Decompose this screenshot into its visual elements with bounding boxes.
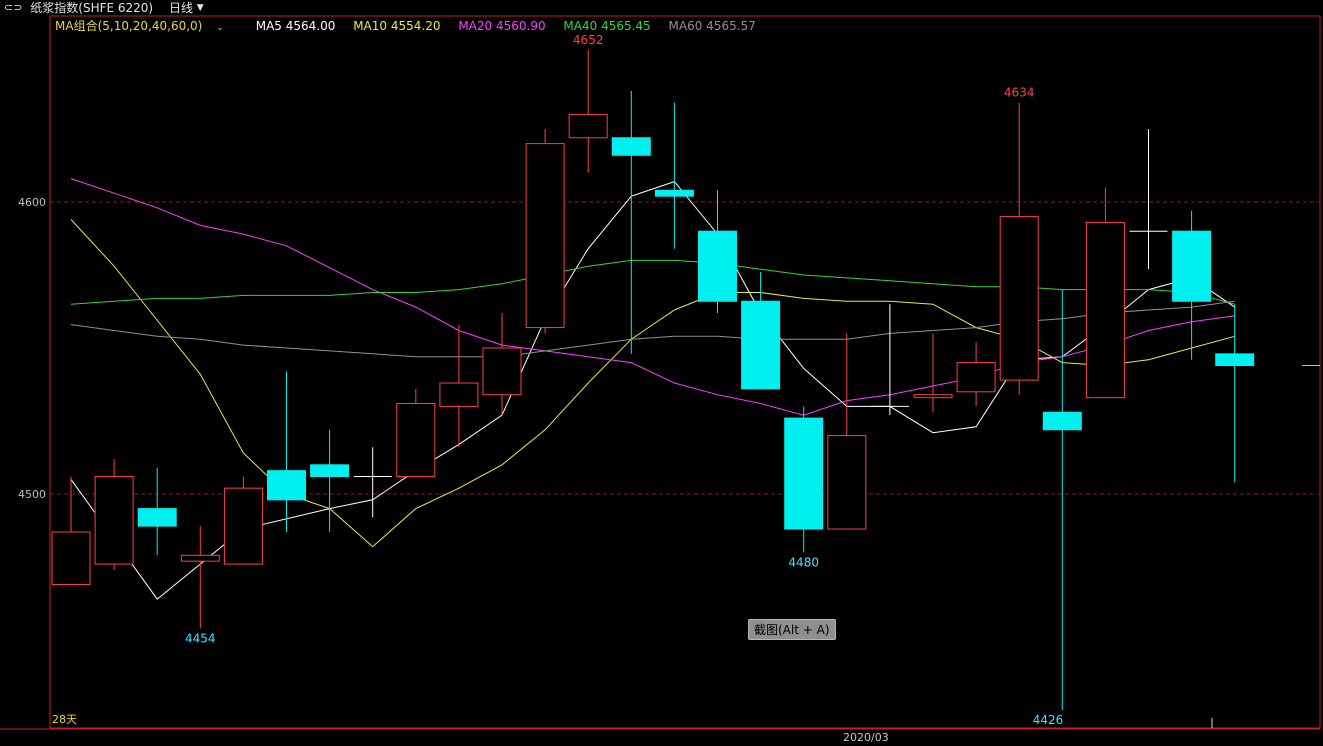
ma20-value: MA20 4560.90 xyxy=(458,19,546,33)
y-tick-label: 4500 xyxy=(18,488,46,501)
chevron-down-icon: ⌄ xyxy=(216,23,224,33)
candle-body xyxy=(956,362,996,393)
ma-line-ma40 xyxy=(70,259,1235,305)
candle xyxy=(827,333,867,530)
candle-body xyxy=(1215,353,1255,367)
ma-line-ma20 xyxy=(70,178,1235,416)
candle-body xyxy=(827,435,867,530)
candle xyxy=(439,324,479,448)
candle xyxy=(137,467,177,556)
candle xyxy=(223,476,263,565)
candle xyxy=(654,102,694,249)
candle-body xyxy=(999,216,1039,381)
instrument-title: 纸浆指数(SHFE 6220) xyxy=(30,1,154,15)
candle xyxy=(51,476,91,586)
candle xyxy=(1215,304,1255,483)
screenshot-hint[interactable]: 截图(Alt + A) xyxy=(748,619,836,640)
candle xyxy=(913,333,953,413)
candle-body xyxy=(525,143,565,329)
candle-body xyxy=(1172,230,1212,302)
period-label: 日线 xyxy=(168,1,193,15)
ma-group-label: MA组合(5,10,20,40,60,0) xyxy=(55,19,203,33)
candle xyxy=(956,342,996,407)
candle xyxy=(611,91,651,354)
candle xyxy=(525,129,565,334)
candle xyxy=(396,388,436,477)
candle-body xyxy=(1085,221,1125,399)
candle xyxy=(1172,210,1212,360)
candle-body xyxy=(396,402,436,477)
candle-body xyxy=(51,531,91,586)
ma-line-ma60 xyxy=(70,300,1235,358)
days-count-label: 28天 xyxy=(52,713,77,726)
candle-body xyxy=(654,189,694,197)
extreme-value-label: 4634 xyxy=(1004,86,1035,100)
candle-body xyxy=(482,347,522,396)
plot-frame xyxy=(49,15,1321,729)
y-tick-label: 4600 xyxy=(18,196,46,209)
candle xyxy=(1085,187,1125,399)
candle xyxy=(784,406,824,553)
candle xyxy=(180,526,220,629)
candle-body xyxy=(94,475,134,565)
extreme-value-label: 4454 xyxy=(185,631,216,645)
ma40-value: MA40 4565.45 xyxy=(563,19,651,33)
candle-body xyxy=(568,113,608,139)
extreme-value-label: 4652 xyxy=(573,33,604,47)
candle-body xyxy=(784,417,824,530)
candle-body xyxy=(439,382,479,407)
candle xyxy=(94,458,134,570)
extreme-value-label: 4426 xyxy=(1033,713,1064,727)
candle xyxy=(999,102,1039,395)
candle-body xyxy=(180,554,220,562)
candle xyxy=(267,371,306,532)
ma-legend: MA组合(5,10,20,40,60,0) ⌄ MA5 4564.00 MA10 … xyxy=(55,18,770,34)
title-bar: ⊂⊃ 纸浆指数(SHFE 6220) 日线 ▼ xyxy=(0,0,1323,16)
candle xyxy=(870,304,909,416)
candle-body xyxy=(267,470,306,501)
candle-body xyxy=(913,394,953,399)
ma5-value: MA5 4564.00 xyxy=(255,19,336,33)
candle-body xyxy=(223,487,263,565)
ma-group-selector[interactable]: MA组合(5,10,20,40,60,0) ⌄ xyxy=(55,19,242,33)
ma10-value: MA10 4554.20 xyxy=(353,19,441,33)
x-axis-date-label: 2020/03 xyxy=(843,731,889,744)
candle-body xyxy=(137,508,177,527)
extreme-value-label: 4480 xyxy=(788,555,819,569)
candle-body xyxy=(698,230,737,302)
candle-body xyxy=(1042,411,1082,431)
candle xyxy=(310,429,350,532)
period-selector[interactable]: 日线 ▼ xyxy=(169,0,204,16)
candle xyxy=(568,50,608,173)
chevron-down-icon: ▼ xyxy=(196,3,204,13)
candle xyxy=(1129,129,1168,270)
link-icon: ⊂⊃ xyxy=(4,1,23,14)
candle-body xyxy=(611,137,651,156)
candle-body xyxy=(310,464,350,477)
candle xyxy=(353,447,392,518)
candle xyxy=(482,312,522,416)
candle xyxy=(698,190,737,313)
candlestick-chart[interactable]: 4500 4600 4652 4634 4480 4454 4426 xyxy=(0,0,1323,746)
ma60-value: MA60 4565.57 xyxy=(668,19,756,33)
candle-body xyxy=(741,300,781,390)
